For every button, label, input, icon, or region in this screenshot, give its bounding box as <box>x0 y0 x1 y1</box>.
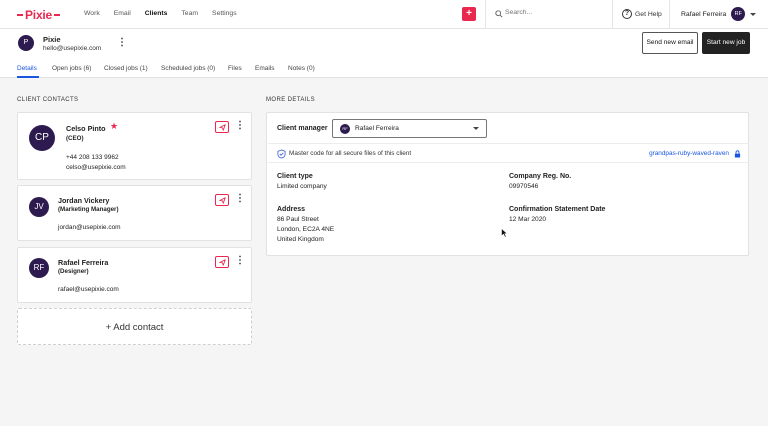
add-contact-button[interactable]: + Add contact <box>17 308 252 345</box>
client-email: hello@usepixie.com <box>43 45 102 52</box>
tab-notes[interactable]: Notes (0) <box>288 65 315 72</box>
master-code-row: Master code for all secure files of this… <box>268 143 749 163</box>
pixie-logo[interactable]: Pixie <box>17 8 61 22</box>
company-reg-value: 09970546 <box>509 183 539 190</box>
logo-bar-right <box>54 14 61 16</box>
contact-more-icon[interactable]: ⋮ <box>235 121 245 131</box>
send-email-button[interactable] <box>215 194 229 206</box>
contact-email: jordan@usepixie.com <box>58 224 121 231</box>
client-avatar: P <box>18 35 34 51</box>
manager-avatar: RF <box>340 124 350 134</box>
send-icon <box>219 197 226 204</box>
master-code-label: Master code for all secure files of this… <box>289 150 412 157</box>
chevron-down-icon <box>750 12 757 16</box>
master-code-value[interactable]: grandpas-ruby-waved-raven <box>649 150 729 157</box>
contact-role: (Marketing Manager) <box>58 206 119 213</box>
client-tabs: Details Open jobs (6) Closed jobs (1) Sc… <box>0 59 768 78</box>
send-new-email-button[interactable]: Send new email <box>642 32 698 54</box>
contact-avatar: RF <box>29 258 49 278</box>
send-email-button[interactable] <box>215 121 229 133</box>
contact-card: RF Rafael Ferreira (Designer) rafael@use… <box>17 247 252 303</box>
address-line: United Kingdom <box>277 236 324 243</box>
primary-contact-star-icon: ★ <box>110 121 119 131</box>
client-contacts-heading: CLIENT CONTACTS <box>17 97 79 103</box>
contact-card: JV Jordan Vickery (Marketing Manager) jo… <box>17 185 252 241</box>
client-manager-label: Client manager <box>277 125 328 132</box>
tab-details[interactable]: Details <box>17 65 37 72</box>
lock-icon[interactable] <box>734 150 741 158</box>
tab-open-jobs[interactable]: Open jobs (6) <box>52 65 91 72</box>
client-type-label: Client type <box>277 173 313 180</box>
tab-scheduled-jobs[interactable]: Scheduled jobs (0) <box>161 65 215 72</box>
shield-icon <box>277 149 286 159</box>
chevron-down-icon <box>473 127 479 130</box>
contact-name: Jordan Vickery <box>58 196 110 205</box>
search-input[interactable] <box>505 9 605 16</box>
nav-item-email[interactable]: Email <box>114 10 131 17</box>
more-details-heading: MORE DETAILS <box>266 97 316 103</box>
contact-phone: +44 208 133 9962 <box>66 154 119 161</box>
mouse-cursor-icon <box>501 228 508 238</box>
client-manager-value: Rafael Ferreira <box>355 125 399 132</box>
client-name: Pixie <box>43 35 61 44</box>
search-box <box>485 0 613 28</box>
contact-more-icon[interactable]: ⋮ <box>235 194 245 204</box>
get-help-label: Get Help <box>635 10 662 18</box>
address-label: Address <box>277 206 306 213</box>
nav-item-team[interactable]: Team <box>181 10 198 17</box>
contact-name: Rafael Ferreira <box>58 258 109 267</box>
contact-email: celso@usepixie.com <box>66 164 126 171</box>
nav-item-settings[interactable]: Settings <box>212 10 237 17</box>
nav-item-work[interactable]: Work <box>84 10 100 17</box>
contact-email: rafael@usepixie.com <box>58 286 119 293</box>
contact-avatar: CP <box>29 125 55 151</box>
confirmation-statement-label: Confirmation Statement Date <box>509 206 606 213</box>
contact-name: Celso Pinto <box>66 124 106 133</box>
main-nav: Work Email Clients Team Settings <box>84 10 251 17</box>
tab-closed-jobs[interactable]: Closed jobs (1) <box>104 65 148 72</box>
quick-add-button[interactable]: + <box>462 7 476 21</box>
client-manager-select[interactable]: RF Rafael Ferreira <box>332 119 487 138</box>
tab-emails[interactable]: Emails <box>255 65 275 72</box>
contact-role: (CEO) <box>66 135 84 142</box>
confirmation-statement-value: 12 Mar 2020 <box>509 216 547 223</box>
contact-role: (Designer) <box>58 268 89 275</box>
active-tab-indicator <box>17 76 39 78</box>
get-help-link[interactable]: ? Get Help <box>622 9 662 19</box>
start-new-job-button[interactable]: Start new job <box>702 32 750 54</box>
send-email-button[interactable] <box>215 256 229 268</box>
send-icon <box>219 259 226 266</box>
user-menu[interactable]: Rafael Ferreira RF <box>669 0 768 28</box>
user-name: Rafael Ferreira <box>681 10 727 18</box>
top-navigation-bar: Pixie Work Email Clients Team Settings +… <box>0 0 768 29</box>
logo-bar-left <box>17 14 23 16</box>
client-more-icon[interactable]: ⋮ <box>117 38 127 48</box>
logo-text: Pixie <box>25 8 53 22</box>
send-icon <box>219 124 226 131</box>
user-avatar: RF <box>731 7 746 21</box>
contact-more-icon[interactable]: ⋮ <box>235 256 245 266</box>
company-reg-label: Company Reg. No. <box>509 173 572 180</box>
client-type-value: Limited company <box>277 183 327 190</box>
tab-files[interactable]: Files <box>228 65 242 72</box>
contact-avatar: JV <box>29 197 49 217</box>
contact-card: CP Celso Pinto ★ (CEO) +44 208 133 9962 … <box>17 112 252 180</box>
search-icon <box>495 10 503 18</box>
help-icon: ? <box>622 9 632 19</box>
nav-item-clients[interactable]: Clients <box>145 10 168 17</box>
